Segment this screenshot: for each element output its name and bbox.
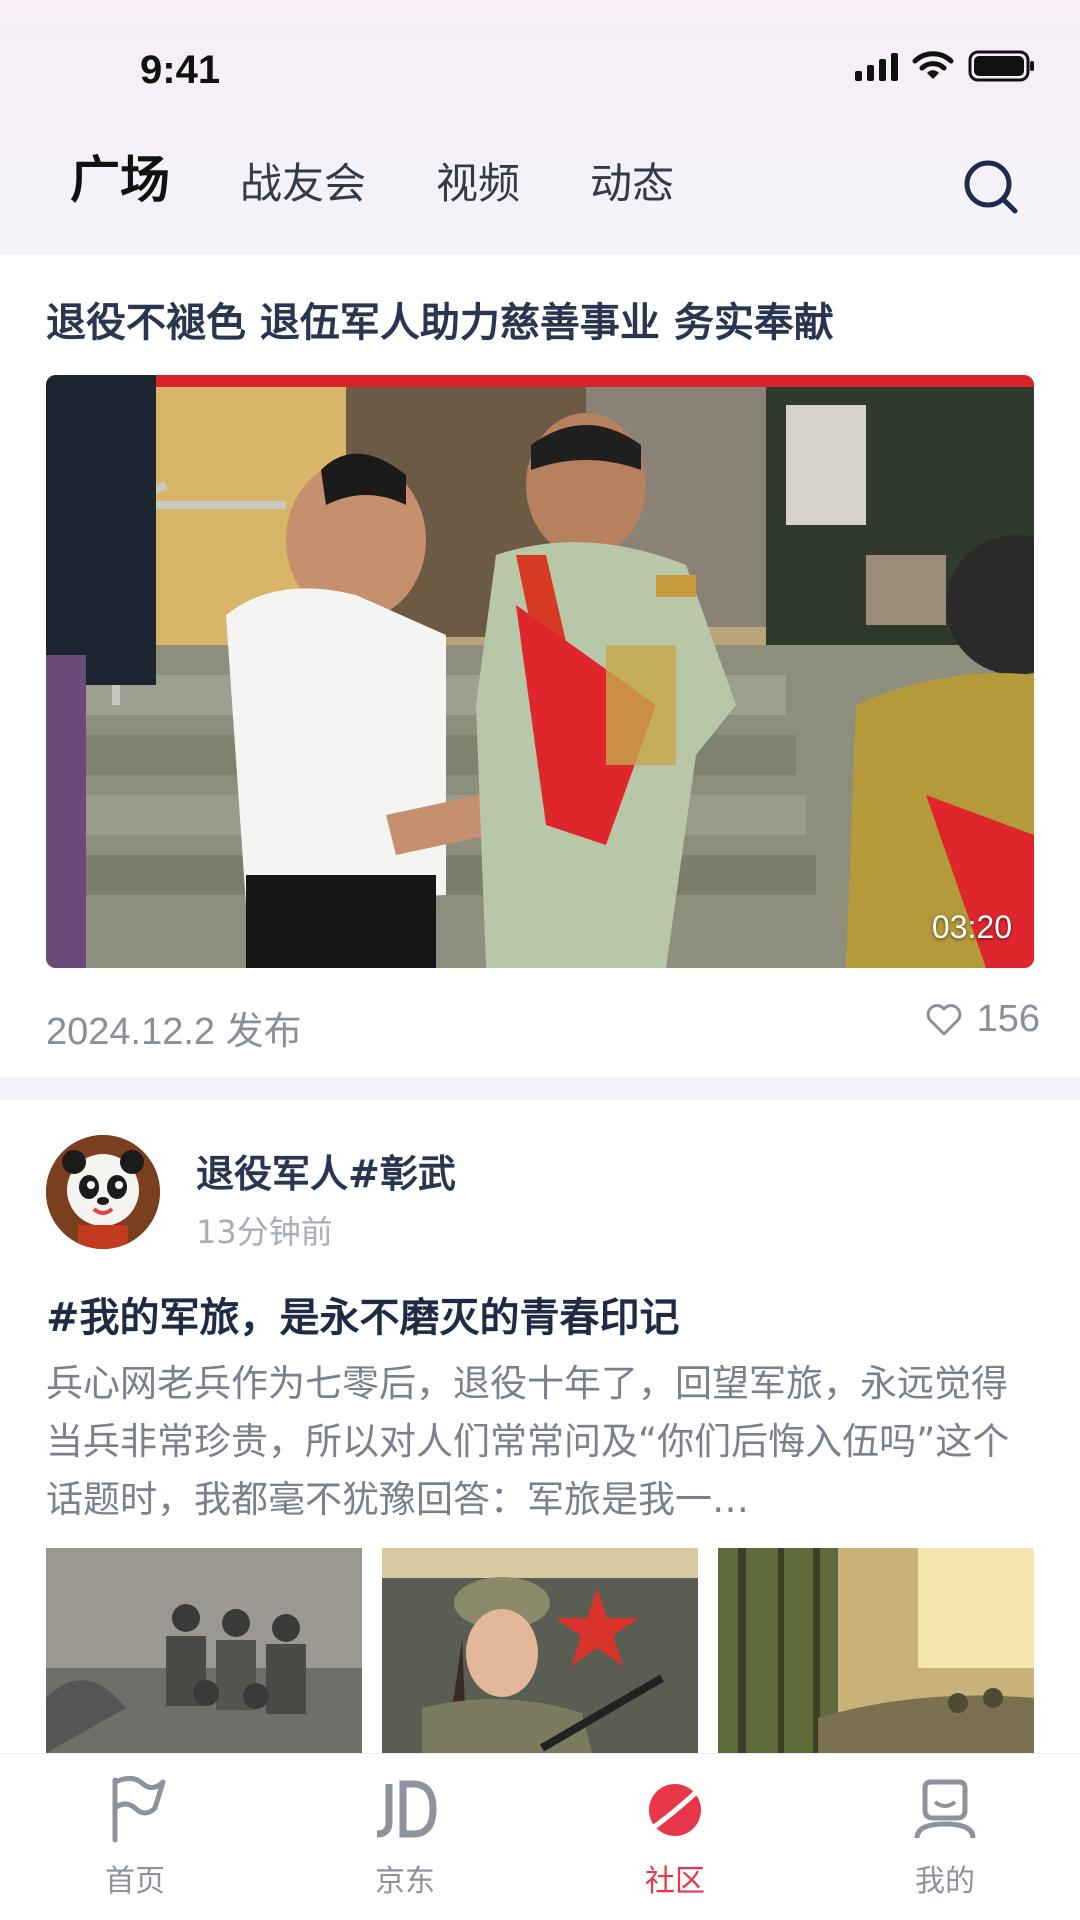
header-area: 9:41 广场 战友会 视频 动态 [0, 0, 1080, 255]
author-name[interactable]: 退役军人#彰武 [196, 1143, 456, 1198]
status-time: 9:41 [140, 48, 221, 92]
battery-icon [968, 50, 1036, 82]
nav-jd-label: 京东 [375, 1864, 435, 1899]
signal-icon [855, 51, 898, 81]
video-post-title[interactable]: 退役不褪色 退伍军人助力慈善事业 务实奉献 [46, 290, 1036, 348]
top-tabs: 广场 战友会 视频 动态 [70, 155, 744, 205]
status-icons [855, 50, 1036, 82]
video-duration: 03:20 [931, 909, 1012, 945]
tab-plaza[interactable]: 广场 [70, 155, 170, 205]
heart-icon [926, 1003, 961, 1035]
nav-home-label: 首页 [105, 1864, 165, 1899]
search-icon[interactable] [962, 158, 1020, 216]
like-count: 156 [976, 998, 1040, 1040]
bottom-nav: 首页 京东 社区 我的 [0, 1753, 1080, 1920]
nav-jd[interactable]: 京东 [270, 1754, 540, 1920]
tab-moments[interactable]: 动态 [590, 163, 674, 205]
nav-community[interactable]: 社区 [540, 1754, 810, 1920]
user-post-body[interactable]: 兵心网老兵作为七零后，退役十年了，回望军旅，永远觉得当兵非常珍贵，所以对人们常常… [46, 1355, 1036, 1529]
like-button[interactable]: 156 [925, 998, 1040, 1041]
nav-profile-label: 我的 [915, 1864, 975, 1899]
post-time: 13分钟前 [196, 1213, 333, 1251]
wifi-icon [912, 50, 954, 82]
app-screen: 9:41 广场 战友会 视频 动态 退役不褪色 退伍军人助力慈善事业 务实奉献 … [0, 0, 1080, 1920]
post-image-3[interactable] [718, 1548, 1034, 1753]
jd-icon [376, 1780, 437, 1838]
profile-icon [914, 1779, 976, 1839]
user-post-title[interactable]: #我的军旅，是永不磨灭的青春印记 [46, 1285, 680, 1343]
planet-icon [645, 1784, 705, 1836]
nav-profile[interactable]: 我的 [810, 1754, 1080, 1920]
section-divider [0, 1078, 1080, 1100]
post-image-1[interactable] [46, 1548, 362, 1753]
flag-icon [112, 1776, 166, 1843]
post-image-2[interactable] [382, 1548, 698, 1753]
tab-comrades[interactable]: 战友会 [240, 163, 366, 205]
tab-video[interactable]: 视频 [436, 163, 520, 205]
publish-date: 2024.12.2 发布 [46, 1011, 302, 1053]
status-bar: 9:41 [0, 0, 1080, 140]
image-grid [46, 1548, 1034, 1753]
nav-community-label: 社区 [645, 1864, 705, 1899]
video-thumbnail[interactable]: 03:20 [46, 375, 1034, 968]
nav-home[interactable]: 首页 [0, 1754, 270, 1920]
author-row: 退役军人#彰武 13分钟前 [46, 1135, 1036, 1255]
avatar[interactable] [46, 1135, 160, 1249]
